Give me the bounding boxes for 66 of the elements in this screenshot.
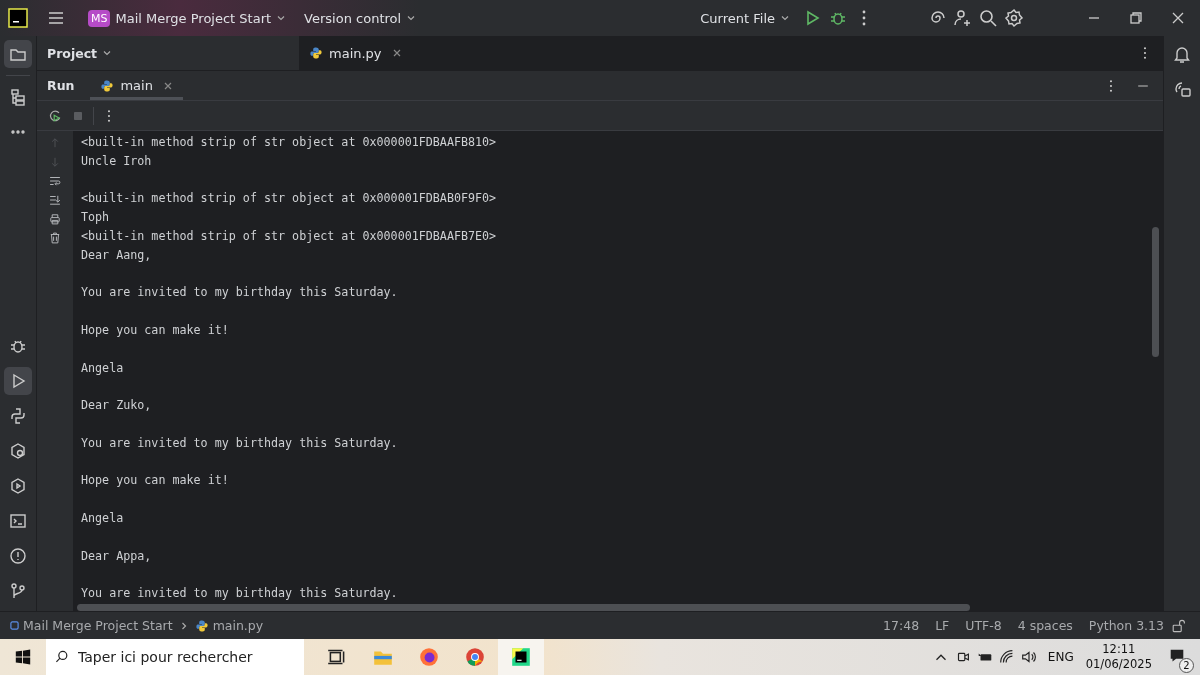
console-line: You are invited to my birthday this Saturday. <box>81 434 399 452</box>
project-panel-title[interactable]: Project <box>41 42 119 64</box>
scrollbar[interactable] <box>77 604 970 611</box>
console-line: You are invited to my birthday this Saturday. <box>81 284 399 302</box>
close-icon[interactable] <box>391 48 402 58</box>
clock-date: 01/06/2025 <box>1085 657 1152 672</box>
search-icon <box>54 649 70 665</box>
scrollbar[interactable] <box>1152 227 1159 357</box>
tab-label: main.py <box>329 45 382 61</box>
unlock-icon[interactable] <box>1170 617 1186 634</box>
run-configuration-selector[interactable]: Current File <box>694 7 796 29</box>
windows-start-icon[interactable] <box>14 648 32 666</box>
chevron-down-icon <box>276 13 287 23</box>
console-line: Toph <box>81 209 111 227</box>
notification-count: 2 <box>1179 657 1194 673</box>
console-line: Hope you can make it! <box>81 321 230 339</box>
soft-wrap-icon[interactable] <box>48 174 62 188</box>
project-selector[interactable]: MS Mail Merge Project Start <box>72 6 293 30</box>
status-item[interactable]: UTF-8 <box>965 618 1002 633</box>
status-item[interactable]: 4 spaces <box>1017 618 1073 633</box>
search-icon[interactable] <box>978 8 998 28</box>
console-line: Angela <box>81 509 125 527</box>
print-icon[interactable] <box>48 212 62 226</box>
rerun-icon[interactable] <box>47 107 63 124</box>
project-badge: MS <box>88 9 111 27</box>
console-line: Angela <box>81 359 125 377</box>
run-panel-title: Run <box>47 78 75 93</box>
clock[interactable]: 12:11 01/06/2025 <box>1085 642 1152 672</box>
breadcrumb[interactable]: main.py <box>194 618 264 633</box>
language-indicator[interactable]: ENG <box>1047 650 1074 664</box>
module-icon <box>10 621 19 630</box>
python-file-icon <box>309 46 323 60</box>
chevron-down-icon <box>780 13 790 23</box>
chevron-down-icon <box>102 48 113 58</box>
close-icon[interactable] <box>162 80 173 91</box>
chrome-icon[interactable] <box>464 646 486 668</box>
console-line: <built-in method strip of str object at 0x000001FDBAAFB810> <box>81 134 498 151</box>
status-item[interactable]: Python 3.13 <box>1088 618 1164 633</box>
run-icon[interactable] <box>4 367 32 395</box>
breadcrumb-label: main.py <box>212 618 264 633</box>
folder-icon[interactable] <box>4 40 32 68</box>
python-file-icon <box>194 618 209 633</box>
console-line: Dear Appa, <box>81 547 153 565</box>
trash-icon[interactable] <box>48 231 62 245</box>
console-line: Uncle Iroh <box>81 152 153 170</box>
python-icon <box>100 78 115 93</box>
tab-label: main <box>120 78 153 93</box>
clock-time: 12:11 <box>1102 642 1136 657</box>
console-line: Hope you can make it! <box>81 472 230 490</box>
status-item[interactable]: LF <box>935 618 950 633</box>
console-line: Dear Aang, <box>81 246 153 264</box>
console-line: <built-in method strip of str object at 0x000001FDBAB0F9F0> <box>81 190 498 208</box>
console-line: You are invited to my birthday this Saturday. <box>81 585 399 603</box>
firefox-icon[interactable] <box>418 646 440 668</box>
add-user-icon[interactable] <box>952 8 972 28</box>
search-field[interactable]: Taper ici pour rechercher <box>46 639 304 675</box>
status-item[interactable]: 17:48 <box>883 618 920 633</box>
settings-icon[interactable] <box>1004 8 1024 28</box>
pycharm-icon[interactable] <box>510 646 532 668</box>
console-line: <built-in method strip of str object at 0x000001FDBAAFB7E0> <box>81 228 498 245</box>
speaker-icon[interactable] <box>1019 648 1038 666</box>
chevron-down-icon <box>406 13 417 23</box>
app-logo-icon[interactable] <box>8 8 28 28</box>
version-control-menu[interactable]: Version control <box>298 7 423 29</box>
scroll-to-end-icon[interactable] <box>48 193 62 207</box>
console-line: Dear Zuko, <box>81 397 153 415</box>
